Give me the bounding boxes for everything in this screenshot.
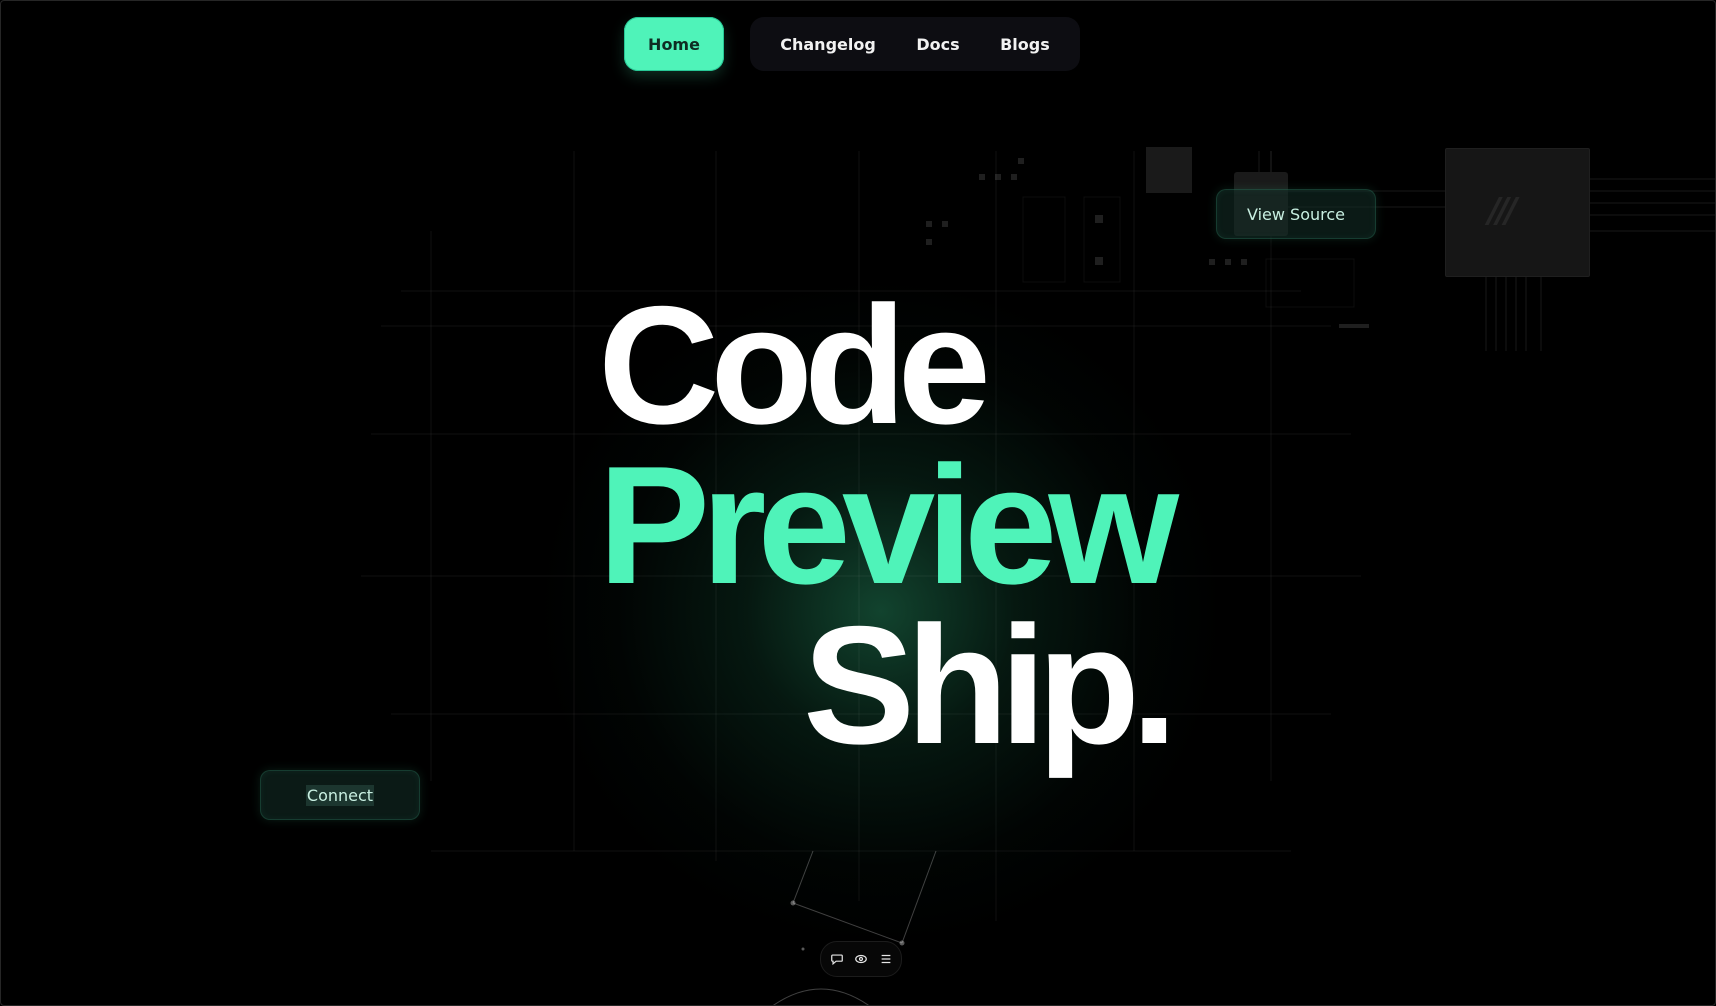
headline-code: Code <box>598 271 991 459</box>
nav-links-group: Changelog Docs Blogs <box>750 17 1080 71</box>
nav-link-blogs[interactable]: Blogs <box>992 35 1058 54</box>
page-frame: Home Changelog Docs Blogs /// View Sourc… <box>0 0 1716 1006</box>
top-nav: Home Changelog Docs Blogs <box>624 17 1080 71</box>
chip-decoration: /// <box>1445 148 1590 277</box>
headline-preview: Preview <box>598 431 1179 619</box>
headline-ship: Ship. <box>803 591 1178 779</box>
nav-home-button[interactable]: Home <box>624 17 724 71</box>
nav-link-docs[interactable]: Docs <box>908 35 967 54</box>
chat-icon[interactable] <box>828 950 846 968</box>
bottom-toolbar <box>820 941 902 977</box>
chip-logo-icon: /// <box>1488 191 1517 231</box>
menu-icon[interactable] <box>877 950 895 968</box>
connect-button[interactable]: Connect <box>260 770 420 820</box>
view-source-button[interactable]: View Source <box>1216 189 1376 239</box>
eye-icon[interactable] <box>852 950 870 968</box>
nav-link-changelog[interactable]: Changelog <box>772 35 884 54</box>
connect-button-label: Connect <box>305 784 375 806</box>
